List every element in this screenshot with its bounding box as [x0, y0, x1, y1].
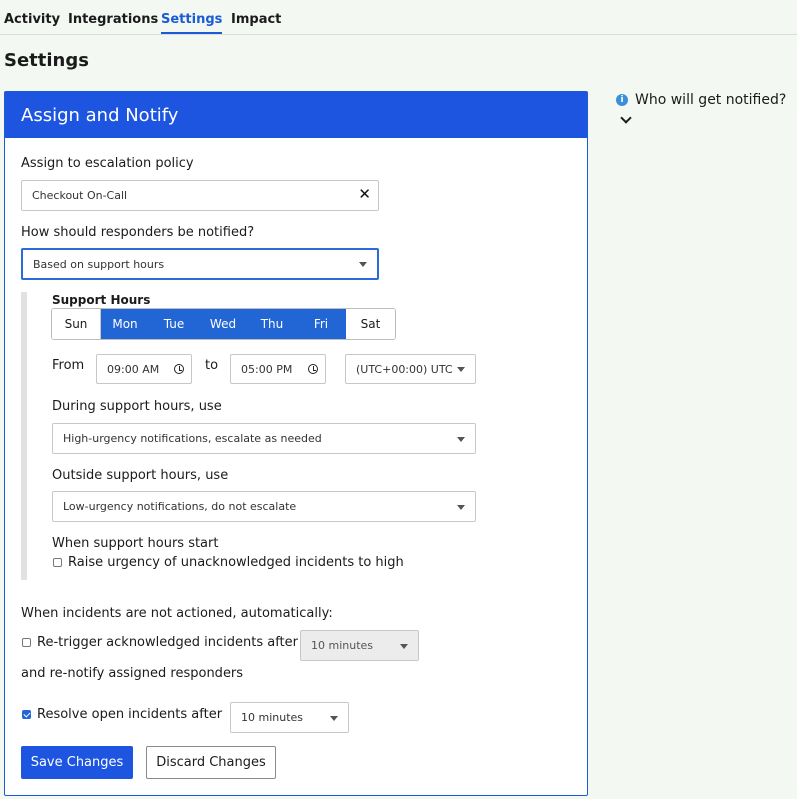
chevron-down-icon	[359, 262, 367, 267]
during-hours-select[interactable]: High-urgency notifications, escalate as …	[52, 423, 476, 454]
retrigger-timeout-select[interactable]: 10 minutes	[300, 630, 419, 661]
from-time-value: 09:00 AM	[107, 362, 160, 376]
resolve-label: Resolve open incidents after	[37, 707, 223, 722]
chevron-down-icon	[400, 643, 408, 649]
timezone-select[interactable]: (UTC+00:00) UTC	[345, 354, 476, 384]
support-hours-title: Support Hours	[52, 293, 151, 307]
retrigger-checkbox[interactable]	[22, 638, 31, 647]
raise-urgency-label: Raise urgency of unacknowledged incident…	[68, 555, 404, 570]
chevron-down-icon	[330, 715, 338, 721]
support-hours-divider	[21, 292, 27, 580]
notify-method-value: Based on support hours	[33, 257, 165, 271]
day-thu[interactable]: Thu	[248, 309, 297, 339]
clock-icon[interactable]	[308, 364, 318, 374]
chevron-down-icon	[457, 436, 465, 442]
escalation-policy-value: Checkout On-Call	[32, 189, 128, 202]
resolve-timeout-value: 10 minutes	[241, 711, 304, 724]
tab-impact[interactable]: Impact	[231, 12, 281, 32]
during-label: During support hours, use	[52, 399, 222, 414]
raise-urgency-checkbox[interactable]	[53, 558, 62, 567]
save-changes-button[interactable]: Save Changes	[21, 746, 133, 779]
day-sat[interactable]: Sat	[346, 309, 395, 339]
outside-hours-value: Low-urgency notifications, do not escala…	[63, 500, 297, 513]
panel-title: Assign and Notify	[5, 92, 587, 138]
to-label: to	[205, 358, 219, 373]
to-time-input[interactable]: 05:00 PM	[230, 354, 326, 384]
outside-label: Outside support hours, use	[52, 468, 229, 483]
who-notified-link[interactable]: Who will get notified?	[635, 92, 786, 108]
resolve-checkbox[interactable]	[22, 710, 31, 719]
tab-bar: Activity Integrations Settings Impact	[0, 0, 797, 35]
to-time-value: 05:00 PM	[241, 362, 293, 376]
renotify-label: and re-notify assigned responders	[21, 666, 244, 681]
chevron-down-icon	[457, 367, 465, 372]
chevron-down-icon	[457, 504, 465, 510]
day-fri[interactable]: Fri	[297, 309, 346, 339]
chevron-down-icon[interactable]	[620, 112, 632, 124]
day-mon[interactable]: Mon	[101, 309, 150, 339]
tab-integrations[interactable]: Integrations	[68, 12, 158, 32]
retrigger-label: Re-trigger acknowledged incidents after	[37, 635, 298, 650]
tab-activity[interactable]: Activity	[4, 12, 60, 32]
notify-method-select[interactable]: Based on support hours	[21, 248, 379, 280]
support-start-label: When support hours start	[52, 536, 219, 551]
auto-actions-label: When incidents are not actioned, automat…	[21, 606, 333, 621]
escalation-label: Assign to escalation policy	[21, 156, 194, 171]
day-selector: Sun Mon Tue Wed Thu Fri Sat	[51, 308, 396, 340]
tab-settings[interactable]: Settings	[161, 12, 223, 34]
resolve-timeout-select[interactable]: 10 minutes	[230, 702, 349, 733]
from-time-input[interactable]: 09:00 AM	[96, 354, 192, 384]
day-sun[interactable]: Sun	[52, 309, 101, 339]
escalation-policy-field[interactable]: Checkout On-Call ✕	[21, 180, 379, 211]
from-label: From	[52, 358, 85, 373]
clock-icon[interactable]	[174, 364, 184, 374]
info-icon: i	[616, 94, 628, 106]
outside-hours-select[interactable]: Low-urgency notifications, do not escala…	[52, 491, 476, 522]
retrigger-timeout-value: 10 minutes	[311, 639, 374, 652]
clear-icon[interactable]: ✕	[358, 185, 371, 203]
during-hours-value: High-urgency notifications, escalate as …	[63, 432, 322, 445]
notify-label: How should responders be notified?	[21, 225, 255, 240]
assign-notify-panel: Assign and Notify Assign to escalation p…	[4, 91, 588, 796]
day-wed[interactable]: Wed	[199, 309, 248, 339]
timezone-value: (UTC+00:00) UTC	[356, 362, 453, 376]
day-tue[interactable]: Tue	[150, 309, 199, 339]
discard-changes-button[interactable]: Discard Changes	[146, 746, 276, 779]
page-title: Settings	[4, 50, 89, 71]
